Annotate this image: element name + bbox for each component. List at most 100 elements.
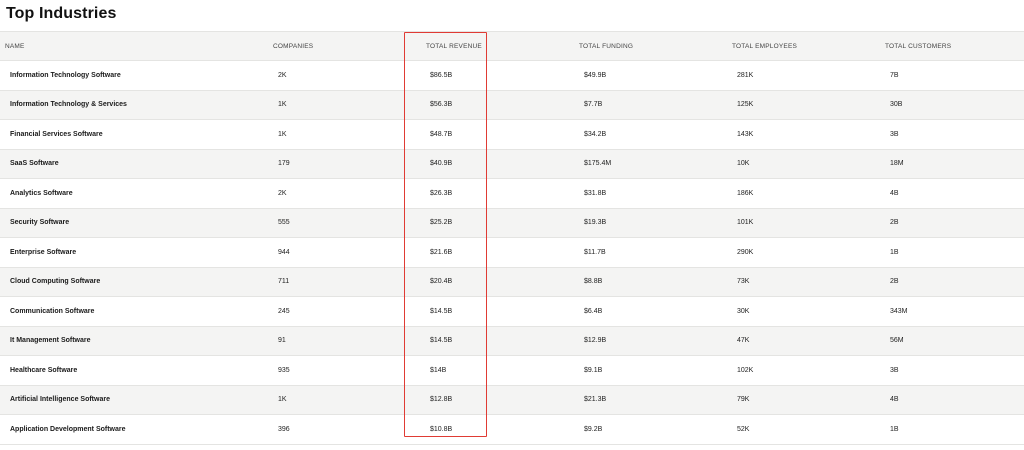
industry-name-cell[interactable]: Information Technology & Services [10, 91, 127, 120]
total-funding-cell: $9.2B [584, 425, 603, 433]
total-funding-cell: $175.4M [584, 160, 612, 168]
total-funding-cell: $9.1B [584, 366, 603, 374]
total-revenue-cell: $56.3B [430, 101, 453, 109]
industry-name-cell[interactable]: Security Software [10, 209, 69, 238]
companies-cell: 711 [278, 278, 290, 286]
table-row[interactable]: Enterprise Software 944 $21.6B $11.7B 290K 1B [0, 238, 1024, 268]
total-revenue-cell: $10.8B [430, 425, 453, 433]
table-row[interactable]: Cloud Computing Software 711 $20.4B $8.8B 73… [0, 267, 1024, 297]
total-employees-cell: 30K [737, 307, 750, 315]
companies-cell: 1K [278, 130, 287, 138]
companies-cell: 179 [278, 160, 290, 168]
total-employees-cell: 143K [737, 130, 754, 138]
companies-cell: 944 [278, 248, 290, 256]
table-row[interactable]: Healthcare Software 935 $14B $9.1B 102K 3B [0, 356, 1024, 386]
industry-name-cell[interactable]: Cloud Computing Software [10, 268, 100, 297]
industry-name-cell[interactable]: Healthcare Software [10, 356, 77, 385]
total-funding-cell: $19.3B [584, 219, 607, 227]
table-header: NAME COMPANIES TOTAL REVENUE TOTAL FUNDI… [0, 31, 1024, 61]
total-funding-cell: $7.7B [584, 101, 603, 109]
table-row[interactable]: Artificial Intelligence Software 1K $12.8B… [0, 385, 1024, 415]
total-revenue-cell: $40.9B [430, 160, 453, 168]
companies-cell: 91 [278, 337, 286, 345]
total-funding-cell: $11.7B [584, 248, 606, 256]
industry-name-cell[interactable]: Financial Services Software [10, 120, 103, 149]
total-employees-cell: 52K [737, 425, 750, 433]
total-customers-cell: 30B [890, 101, 903, 109]
total-customers-cell: 2B [890, 278, 899, 286]
total-revenue-cell: $14B [430, 366, 447, 374]
industry-name-cell[interactable]: It Management Software [10, 327, 91, 356]
total-funding-cell: $12.9B [584, 337, 607, 345]
total-employees-cell: 102K [737, 366, 754, 374]
industry-name-cell[interactable]: Enterprise Software [10, 238, 76, 267]
industry-name-cell[interactable]: Information Technology Software [10, 61, 121, 90]
total-revenue-cell: $25.2B [430, 219, 453, 227]
industry-name-cell[interactable]: Artificial Intelligence Software [10, 386, 110, 415]
total-employees-cell: 125K [737, 101, 754, 109]
total-revenue-cell: $12.8B [430, 396, 453, 404]
companies-cell: 1K [278, 396, 287, 404]
column-header-total-funding[interactable]: TOTAL FUNDING [579, 32, 633, 60]
column-header-name[interactable]: NAME [5, 32, 25, 60]
companies-cell: 245 [278, 307, 290, 315]
table-row[interactable]: Information Technology Software 2K $86.5B $… [0, 61, 1024, 91]
total-employees-cell: 73K [737, 278, 750, 286]
total-revenue-cell: $14.5B [430, 337, 453, 345]
column-header-companies[interactable]: COMPANIES [273, 32, 313, 60]
total-employees-cell: 47K [737, 337, 750, 345]
total-customers-cell: 3B [890, 130, 899, 138]
table-row[interactable]: Analytics Software 2K $26.3B $31.8B 186K 4B [0, 179, 1024, 209]
table-row[interactable]: It Management Software 91 $14.5B $12.9B 47K 5… [0, 326, 1024, 356]
total-customers-cell: 3B [890, 366, 899, 374]
total-employees-cell: 186K [737, 189, 754, 197]
total-funding-cell: $49.9B [584, 71, 607, 79]
table-row[interactable]: Security Software 555 $25.2B $19.3B 101K 2B [0, 208, 1024, 238]
industry-name-cell[interactable]: Application Development Software [10, 415, 126, 444]
industries-table: NAME COMPANIES TOTAL REVENUE TOTAL FUNDI… [0, 31, 1024, 445]
total-customers-cell: 18M [890, 160, 904, 168]
companies-cell: 935 [278, 366, 290, 374]
total-customers-cell: 56M [890, 337, 904, 345]
total-funding-cell: $21.3B [584, 396, 607, 404]
page-title: Top Industries [6, 5, 117, 22]
total-funding-cell: $34.2B [584, 130, 607, 138]
total-revenue-cell: $26.3B [430, 189, 453, 197]
total-customers-cell: 4B [890, 396, 899, 404]
column-header-total-revenue[interactable]: TOTAL REVENUE [426, 32, 482, 60]
companies-cell: 396 [278, 425, 290, 433]
table-row[interactable]: Communication Software 245 $14.5B $6.4B 30K 3… [0, 297, 1024, 327]
total-customers-cell: 2B [890, 219, 899, 227]
total-funding-cell: $8.8B [584, 278, 603, 286]
total-customers-cell: 7B [890, 71, 899, 79]
table-body: Information Technology Software 2K $86.5B $… [0, 61, 1024, 445]
total-employees-cell: 281K [737, 71, 754, 79]
total-revenue-cell: $20.4B [430, 278, 453, 286]
industry-name-cell[interactable]: SaaS Software [10, 150, 59, 179]
total-funding-cell: $31.8B [584, 189, 607, 197]
table-row[interactable]: Financial Services Software 1K $48.7B $34.2… [0, 120, 1024, 150]
companies-cell: 555 [278, 219, 290, 227]
total-customers-cell: 343M [890, 307, 908, 315]
total-employees-cell: 10K [737, 160, 750, 168]
industry-name-cell[interactable]: Communication Software [10, 297, 94, 326]
total-employees-cell: 79K [737, 396, 750, 404]
total-customers-cell: 1B [890, 425, 899, 433]
column-header-total-employees[interactable]: TOTAL EMPLOYEES [732, 32, 797, 60]
table-row[interactable]: Information Technology & Services 1K $56.3… [0, 90, 1024, 120]
companies-cell: 2K [278, 71, 287, 79]
total-revenue-cell: $48.7B [430, 130, 453, 138]
total-customers-cell: 1B [890, 248, 899, 256]
industry-name-cell[interactable]: Analytics Software [10, 179, 73, 208]
total-revenue-cell: $86.5B [430, 71, 453, 79]
companies-cell: 2K [278, 189, 287, 197]
page: Top Industries NAME COMPANIES TOTAL REVE… [0, 0, 1024, 450]
companies-cell: 1K [278, 101, 287, 109]
total-funding-cell: $6.4B [584, 307, 603, 315]
column-header-total-customers[interactable]: TOTAL CUSTOMERS [885, 32, 951, 60]
table-row[interactable]: Application Development Software 396 $10.8… [0, 415, 1024, 445]
table-row[interactable]: SaaS Software 179 $40.9B $175.4M 10K 18M [0, 149, 1024, 179]
total-customers-cell: 4B [890, 189, 899, 197]
total-revenue-cell: $21.6B [430, 248, 453, 256]
total-employees-cell: 101K [737, 219, 754, 227]
